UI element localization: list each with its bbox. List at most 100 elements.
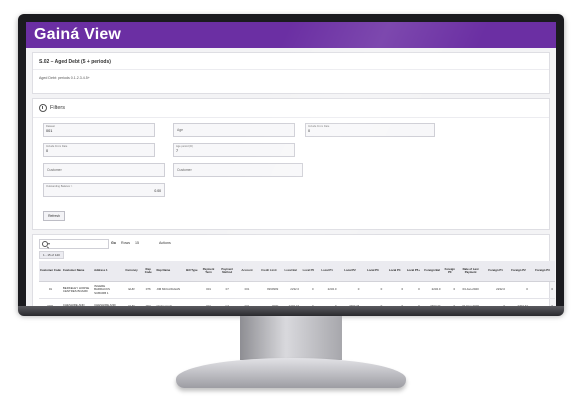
table-cell: 2232.0 [484, 281, 507, 299]
column-header[interactable]: Foreign P2 [506, 261, 530, 282]
column-header[interactable]: Rep Code [140, 261, 156, 282]
customer-to-field[interactable]: Customer [173, 163, 303, 177]
table-cell: 0 [442, 281, 458, 299]
column-header[interactable]: Credit Limit [257, 261, 281, 282]
table-cell: 0 [301, 281, 316, 299]
age-period-field[interactable]: Age period (D) 7 [173, 143, 295, 157]
table-cell: 0 [384, 281, 406, 299]
column-header[interactable]: Customer Name [61, 261, 94, 282]
column-header[interactable]: Payment Term [199, 261, 218, 282]
table-cell: 0 [384, 298, 406, 306]
field-label: Outstanding Balance > [46, 185, 73, 188]
field-value: 0.00 [154, 189, 161, 193]
column-header[interactable]: Local P3 [361, 261, 385, 282]
column-header[interactable]: Local Bal [280, 261, 302, 282]
table-cell: 0 [506, 281, 530, 299]
table-cell: 01-Dec-2020 [457, 298, 485, 306]
table-cell: CHESHIRE AND WATLINGAN [61, 298, 94, 306]
table-row[interactable]: 0021CHESHIRE AND WATLINGANCHESHIRE AND W… [39, 298, 555, 306]
column-header[interactable]: Local P0 [301, 261, 316, 282]
app-title: Gainá View [34, 26, 122, 43]
report-subheading: Aged Debt: periods 0.1.2.3.4.5+ [39, 76, 90, 80]
table-cell: 2232.0 [421, 281, 443, 299]
table-cell: EUR [122, 298, 141, 306]
table-cell: C2 [217, 298, 237, 306]
table-cell: Claim result [155, 298, 185, 306]
filter-toggle-icon[interactable] [39, 104, 47, 112]
table-cell: 0 [484, 298, 507, 306]
screen: Gainá View S.02 – Aged Debt (5 + periods… [26, 22, 556, 306]
outstanding-balance-field[interactable]: Outstanding Balance > 0.00 [43, 183, 165, 197]
filters-header[interactable]: Filters [33, 99, 549, 118]
table-cell: 0021 [39, 298, 62, 306]
field-value: 0 [308, 129, 311, 133]
app-header: Gainá View [26, 22, 556, 48]
column-header[interactable]: Account [236, 261, 258, 282]
column-header[interactable]: Payment Method [217, 261, 237, 282]
table-row[interactable]: 01 BERKELEY HORSE CENTRES BOARD INGERE BAR… [39, 281, 555, 299]
column-header[interactable]: Address 1 [93, 261, 123, 282]
table-cell: 0 [529, 298, 555, 306]
table-cell: 0 [338, 281, 362, 299]
column-header[interactable]: Local P2 [338, 261, 362, 282]
table-cell: 01 [39, 281, 62, 299]
table-cell: JIM MCGUIGGAN [155, 281, 185, 299]
field-placeholder: Age [177, 128, 184, 132]
field-label: Age period (D) [176, 145, 193, 148]
table-cell: 2232.0 [280, 281, 302, 299]
column-header[interactable]: Foreign P0 [442, 261, 458, 282]
search-input[interactable]: ▾ [39, 239, 109, 249]
field-placeholder: Customer [177, 168, 192, 172]
table-cell: 0 [405, 281, 422, 299]
column-header[interactable]: Date of Last Payment [457, 261, 485, 282]
report-table-card: ▾ Go Rows 15 Actions 1 - 15 of 120 Custo… [32, 234, 555, 306]
report-heading: S.02 – Aged Debt (5 + periods) [33, 53, 549, 70]
column-header[interactable]: Foreign P1 [484, 261, 507, 282]
refresh-button[interactable]: Refresh [43, 211, 65, 221]
table-cell: 03-Jan-2020 [457, 281, 485, 299]
filters-card: Filters Dataset 001 Age Include From Dat… [32, 98, 550, 230]
table-cell [184, 281, 200, 299]
chevron-down-icon[interactable]: ▾ [48, 241, 50, 246]
field-label: Include From Date [46, 145, 68, 148]
table-cell: EUR [122, 281, 141, 299]
report-card: S.02 – Aged Debt (5 + periods) Aged Debt… [32, 52, 550, 94]
dataset-field[interactable]: Dataset 001 [43, 123, 155, 137]
customer-from-field[interactable]: Customer [43, 163, 165, 177]
column-header[interactable]: Rep Name [155, 261, 185, 282]
column-header[interactable]: Foreign Bal [421, 261, 443, 282]
table-cell: 001 [236, 298, 258, 306]
rows-per-page-select[interactable]: 15 [135, 239, 139, 247]
column-header[interactable]: Local P5+ [405, 261, 422, 282]
pagination-chip[interactable]: 1 - 15 of 120 [39, 251, 64, 259]
column-header[interactable]: Foreign P3 [529, 261, 555, 282]
field-value: 7 [176, 149, 179, 153]
table-cell: 07 [217, 281, 237, 299]
table-cell [184, 298, 200, 306]
table-cell: 001 [199, 298, 218, 306]
table-cell: 2232.0 [315, 281, 339, 299]
column-header[interactable]: Customer Code [39, 261, 62, 282]
include-from-field[interactable]: Include From Date 0 [305, 123, 435, 137]
column-header[interactable]: Currency [122, 261, 141, 282]
go-button[interactable]: Go [111, 239, 116, 247]
table-cell: 9999999 [257, 281, 281, 299]
table-cell: CHESHIRE AND WATLINGAN [93, 298, 123, 306]
include-from-date-field[interactable]: Include From Date 0 [43, 143, 155, 157]
aged-debt-table: Customer Code Customer Name Address 1 Curre… [39, 261, 555, 306]
age-field[interactable]: Age [173, 123, 295, 137]
table-cell: 001 [199, 281, 218, 299]
table-cell: 076 [140, 281, 156, 299]
column-header[interactable]: Bill Type [184, 261, 200, 282]
table-header-row: Customer Code Customer Name Address 1 Curre… [39, 261, 555, 282]
table-cell: 0 [361, 281, 385, 299]
column-header[interactable]: Local P4 [384, 261, 406, 282]
column-header[interactable]: Local P1 [315, 261, 339, 282]
monitor-chin [18, 306, 564, 316]
field-value: 001 [46, 129, 53, 133]
rows-label: Rows [121, 241, 130, 245]
field-placeholder: Customer [47, 168, 62, 172]
actions-menu[interactable]: Actions [159, 239, 171, 247]
table-cell: 2402.44 [421, 298, 443, 306]
table-cell: 2402.44 [506, 298, 530, 306]
